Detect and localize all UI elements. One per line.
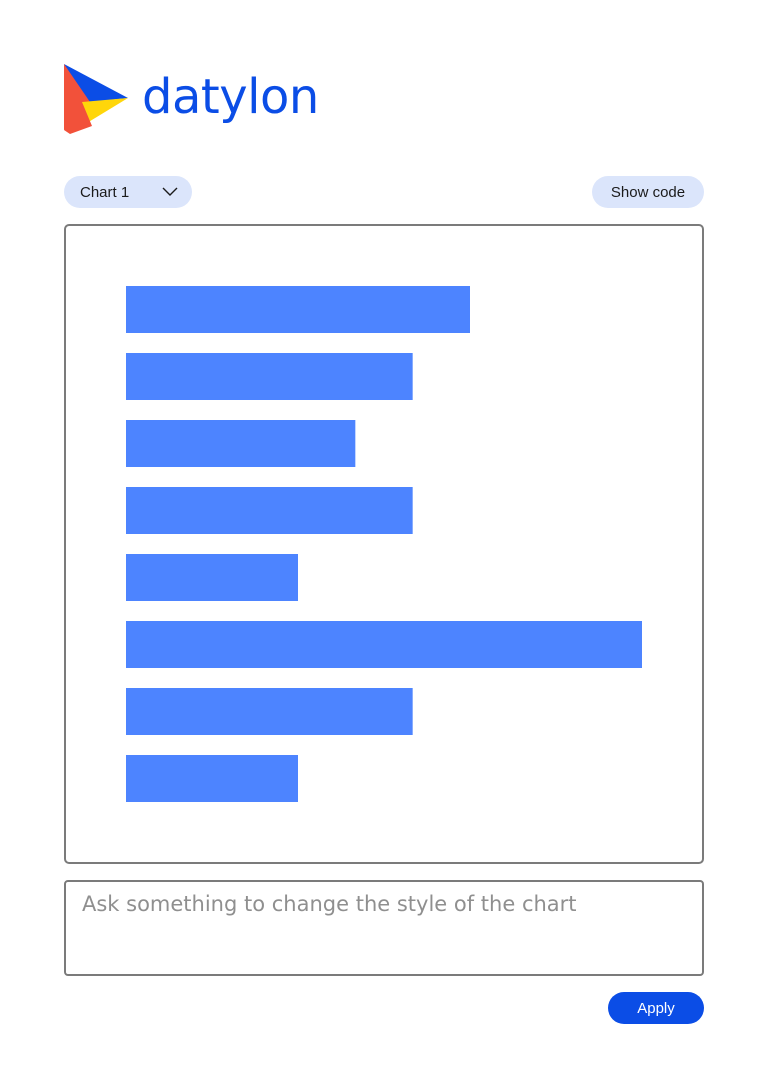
bar-6 bbox=[126, 621, 642, 668]
bar-8 bbox=[126, 755, 298, 802]
bar-chart bbox=[126, 286, 642, 802]
style-prompt-input[interactable] bbox=[66, 882, 702, 974]
bar-7 bbox=[126, 688, 413, 735]
apply-button[interactable]: Apply bbox=[608, 992, 704, 1024]
bar-5 bbox=[126, 554, 298, 601]
datylon-logo: datylon bbox=[62, 62, 319, 136]
bar-2 bbox=[126, 353, 413, 400]
chart-select-dropdown[interactable]: Chart 1 bbox=[64, 176, 192, 208]
show-code-button[interactable]: Show code bbox=[592, 176, 704, 208]
chevron-down-icon bbox=[162, 187, 178, 196]
bar-4 bbox=[126, 487, 413, 534]
chart-panel bbox=[64, 224, 704, 864]
chart-select-value: Chart 1 bbox=[80, 183, 130, 201]
style-prompt-field[interactable] bbox=[64, 880, 704, 976]
brand-name: datylon bbox=[142, 69, 319, 125]
bar-3 bbox=[126, 420, 356, 467]
datylon-logo-icon bbox=[64, 64, 128, 134]
bar-1 bbox=[126, 286, 470, 333]
